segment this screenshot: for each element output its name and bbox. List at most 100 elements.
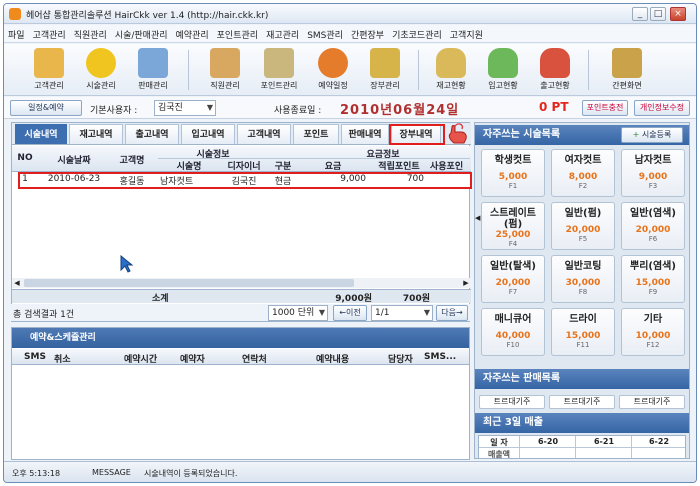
menu-staff[interactable]: 직원관리 — [70, 25, 111, 41]
tab-stock-history[interactable]: 재고내역 — [69, 124, 123, 144]
service-tile-f7[interactable]: 일반(탈색) 20,000 F7 — [481, 255, 545, 303]
customer-card-icon — [34, 48, 64, 78]
service-tile-f5[interactable]: 일반(펌) 20,000 F5 — [551, 202, 615, 250]
menu-bar: 파일 고객관리 직원관리 시술/판매관리 예약관리 포인트관리 재고관리 SMS관리 간편장부 기… — [4, 25, 696, 43]
main-window: 헤어샵 통합관리솔루션 HairCkk ver 1.4 (http://hair… — [3, 3, 697, 483]
product-tile-3[interactable]: 트르대기주 — [619, 395, 685, 409]
minimize-button[interactable]: _ — [632, 7, 648, 21]
toolbar-label: 포인트관리 — [260, 81, 298, 90]
schedule-reservation-button[interactable]: 일정&예약 — [10, 100, 82, 116]
scroll-left-icon[interactable]: ◀ — [12, 278, 22, 288]
toolbar-label: 간편화면 — [612, 81, 642, 90]
toolbar-separator — [418, 50, 419, 90]
next-page-button[interactable]: 다음→ — [436, 305, 468, 321]
service-tile-f2[interactable]: 여자컷트 8,000 F2 — [551, 149, 615, 197]
col-used-point: 사용포인 — [430, 162, 464, 172]
edit-personal-info-button[interactable]: 개인정보수정 — [634, 100, 690, 116]
horizontal-scrollbar[interactable]: ◀ ▶ — [12, 278, 471, 288]
col-no: NO — [17, 153, 33, 163]
side-arrow: ◀ — [475, 213, 480, 233]
per-page-select[interactable]: 1000 단위 ▼ — [268, 305, 328, 321]
maximize-button[interactable]: □ — [650, 7, 666, 21]
service-tile-f1[interactable]: 학생컷트 5,000 F1 — [481, 149, 545, 197]
service-tile-f8[interactable]: 일반코팅 30,000 F8 — [551, 255, 615, 303]
service-tile-f6[interactable]: 일반(염색) 20,000 F6 — [621, 202, 685, 250]
toolbar-point-button[interactable]: 포인트관리 — [256, 46, 302, 94]
menu-support[interactable]: 고객지원 — [446, 25, 487, 41]
favorite-products-title-text: 자주쓰는 판매목록 — [483, 373, 561, 384]
toolbar-stock-button[interactable]: 재고현황 — [428, 46, 474, 94]
plus-icon: + — [632, 130, 640, 139]
point-charge-button[interactable]: 포인트충전 — [582, 100, 628, 116]
scroll-right-icon[interactable]: ▶ — [461, 278, 471, 288]
tab-receive-history[interactable]: 입고내역 — [181, 124, 235, 144]
user-select-value: 김국진 — [158, 103, 183, 113]
page-select[interactable]: 1/1 ▼ — [371, 305, 433, 321]
tile-key: F1 — [508, 182, 518, 190]
service-tile-f10[interactable]: 매니큐어 40,000 F10 — [481, 308, 545, 356]
toolbar-customer-button[interactable]: 고객관리 — [26, 46, 72, 94]
service-tile-f11[interactable]: 드라이 15,000 F11 — [551, 308, 615, 356]
tab-point[interactable]: 포인트 — [293, 124, 339, 144]
tile-price: 20,000 — [565, 225, 601, 235]
toolbar-schedule-button[interactable]: 예약일정 — [310, 46, 356, 94]
chevron-down-icon: ▼ — [423, 308, 430, 317]
menu-reservation[interactable]: 예약관리 — [172, 25, 213, 41]
toolbar-staff-button[interactable]: 직원관리 — [202, 46, 248, 94]
header-divider — [158, 158, 470, 159]
toolbar-label: 장부관리 — [370, 81, 400, 90]
menu-service-sales[interactable]: 시술/판매관리 — [111, 25, 172, 41]
tile-price: 15,000 — [635, 278, 671, 288]
menu-base-code[interactable]: 기초코드관리 — [388, 25, 446, 41]
col-date: 시술날짜 — [57, 156, 91, 166]
sales-day-2: 6-21 — [593, 437, 615, 446]
toolbar-sales-button[interactable]: 판매관리 — [130, 46, 176, 94]
menu-inventory[interactable]: 재고관리 — [262, 25, 303, 41]
col-customer: 고객명 — [119, 156, 145, 166]
menu-point[interactable]: 포인트관리 — [213, 25, 262, 41]
menu-file[interactable]: 파일 — [4, 25, 29, 41]
rcol-staff: 담당자 — [388, 355, 413, 365]
service-tile-f4[interactable]: 스트레이트 (펌) 25,000 F4 — [481, 202, 545, 250]
prev-page-button[interactable]: ←이전 — [333, 305, 367, 321]
product-tile-2[interactable]: 트르대기주 — [549, 395, 615, 409]
tile-key: F2 — [578, 182, 588, 190]
scroll-thumb[interactable] — [24, 279, 354, 287]
highlight-box-row — [18, 172, 472, 189]
tile-price: 25,000 — [495, 230, 531, 240]
service-tile-f9[interactable]: 뿌리(염색) 15,000 F9 — [621, 255, 685, 303]
sales-col-divider — [631, 436, 632, 458]
monitor-icon — [612, 48, 642, 78]
service-tile-f12[interactable]: 기타 10,000 F12 — [621, 308, 685, 356]
tile-price: 5,000 — [498, 172, 528, 182]
tile-key: F10 — [506, 341, 520, 349]
toolbar-service-button[interactable]: 시술관리 — [78, 46, 124, 94]
sales-col-divider — [519, 436, 520, 458]
toolbar-ledger-button[interactable]: 장부관리 — [362, 46, 408, 94]
menu-customer[interactable]: 고객관리 — [29, 25, 70, 41]
toolbar-receive-button[interactable]: 입고현황 — [480, 46, 526, 94]
toolbar-simple-view-button[interactable]: 간편화면 — [604, 46, 650, 94]
rcol-sms: SMS — [24, 352, 46, 362]
product-tile-1[interactable]: 트르대기주 — [479, 395, 545, 409]
menu-sms[interactable]: SMS관리 — [303, 25, 347, 41]
sales-amount-label: 매출액 — [487, 450, 511, 459]
tab-release-history[interactable]: 출고내역 — [125, 124, 179, 144]
tab-service-history[interactable]: 시술내역 — [15, 124, 67, 144]
menu-ledger[interactable]: 간편장부 — [347, 25, 388, 41]
mouse-cursor-icon — [120, 255, 134, 273]
status-bar: 오후 5:13:18 MESSAGE 시술내역이 등록되었습니다. — [4, 461, 696, 482]
tile-key: F12 — [646, 341, 660, 349]
user-select[interactable]: 김국진 ▼ — [154, 100, 216, 116]
expiry-date: 2010년06월24일 — [340, 103, 460, 118]
register-service-button[interactable]: + 시술등록 — [621, 127, 683, 143]
sales-day-1: 6-20 — [537, 437, 559, 446]
tab-sales-history[interactable]: 판매내역 — [341, 124, 389, 144]
toolbar-label: 입고현황 — [488, 81, 518, 90]
collapse-arrow-icon[interactable]: ◀ — [475, 214, 480, 222]
close-button[interactable]: × — [670, 7, 686, 21]
toolbar-release-button[interactable]: 출고현황 — [532, 46, 578, 94]
ledger-icon — [370, 48, 400, 78]
service-tile-f3[interactable]: 남자컷트 9,000 F3 — [621, 149, 685, 197]
tab-customer-history[interactable]: 고객내역 — [237, 124, 291, 144]
